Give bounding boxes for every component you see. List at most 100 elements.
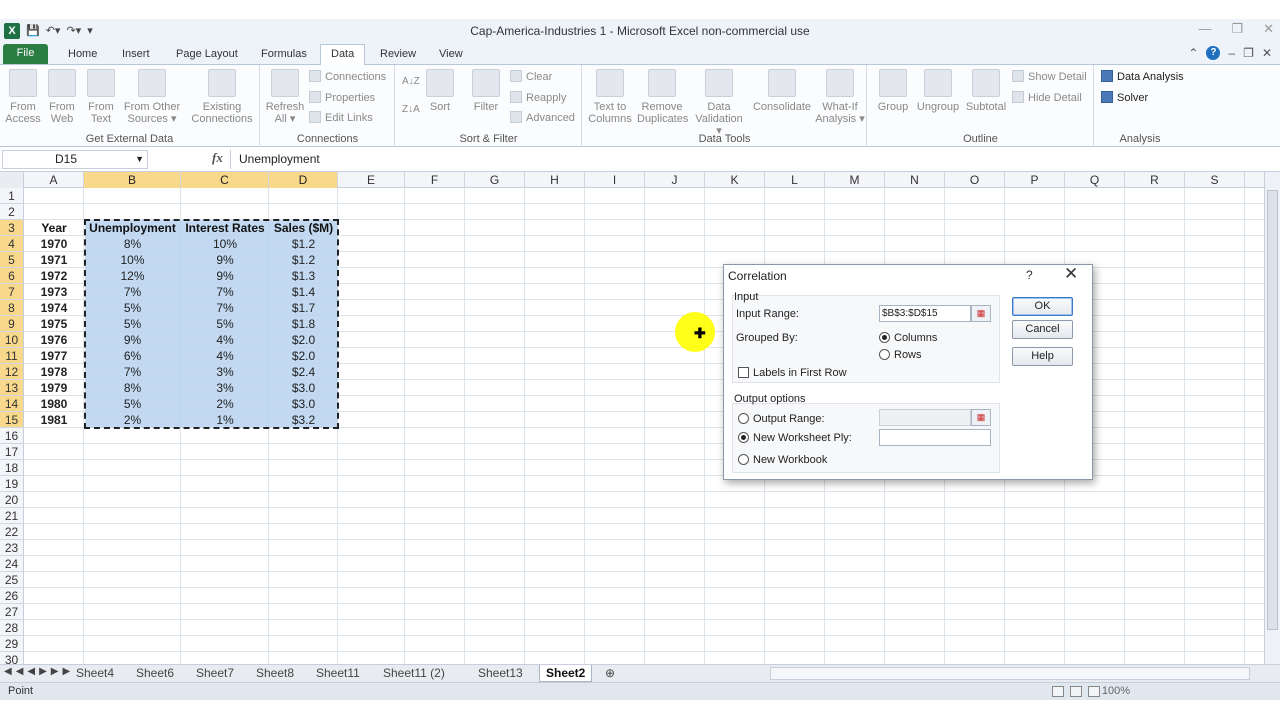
- row-header-22[interactable]: 22: [0, 524, 24, 540]
- tab-page-layout[interactable]: Page Layout: [166, 45, 248, 65]
- row-header-11[interactable]: 11: [0, 348, 24, 364]
- tab-formulas[interactable]: Formulas: [251, 45, 317, 65]
- dialog-close-icon[interactable]: ✕: [1064, 264, 1078, 284]
- row-header-13[interactable]: 13: [0, 380, 24, 396]
- sheet-tab-sheet2[interactable]: Sheet2: [539, 665, 593, 682]
- row-header-20[interactable]: 20: [0, 492, 24, 508]
- filter-button[interactable]: Filter: [468, 69, 504, 113]
- row-header-18[interactable]: 18: [0, 460, 24, 476]
- doc-restore-icon[interactable]: ❐: [1243, 46, 1254, 60]
- column-header-p[interactable]: P: [1005, 172, 1065, 188]
- row-header-28[interactable]: 28: [0, 620, 24, 636]
- new-worksheet-field[interactable]: [879, 429, 991, 446]
- column-header-s[interactable]: S: [1185, 172, 1245, 188]
- sheet-tab-sheet7[interactable]: Sheet7: [190, 665, 240, 682]
- tab-file[interactable]: File: [3, 44, 48, 64]
- column-header-h[interactable]: H: [525, 172, 585, 188]
- insert-sheet-icon[interactable]: ⊕: [599, 665, 621, 682]
- output-collapse-icon[interactable]: ▦: [971, 409, 991, 426]
- minimize-ribbon-icon[interactable]: ⌃: [1188, 46, 1198, 60]
- hide-detail-button[interactable]: Hide Detail: [1012, 91, 1082, 105]
- input-range-field[interactable]: $B$3:$D$15: [879, 305, 971, 322]
- column-header-n[interactable]: N: [885, 172, 945, 188]
- row-header-5[interactable]: 5: [0, 252, 24, 268]
- row-header-1[interactable]: 1: [0, 188, 24, 204]
- help-icon[interactable]: ?: [1206, 46, 1221, 60]
- formula-input[interactable]: Unemployment: [230, 150, 1266, 169]
- tab-view[interactable]: View: [429, 45, 473, 65]
- row-header-16[interactable]: 16: [0, 428, 24, 444]
- doc-close-icon[interactable]: ✕: [1262, 46, 1272, 60]
- sort-az-button[interactable]: A↓Z: [402, 75, 420, 89]
- column-header-q[interactable]: Q: [1065, 172, 1125, 188]
- column-header-i[interactable]: I: [585, 172, 645, 188]
- row-header-3[interactable]: 3: [0, 220, 24, 236]
- what-if-analysis-button[interactable]: What-If Analysis ▾: [815, 69, 865, 125]
- row-header-6[interactable]: 6: [0, 268, 24, 284]
- row-header-24[interactable]: 24: [0, 556, 24, 572]
- row-header-10[interactable]: 10: [0, 332, 24, 348]
- row-header-23[interactable]: 23: [0, 540, 24, 556]
- tab-insert[interactable]: Insert: [112, 45, 160, 65]
- row-header-7[interactable]: 7: [0, 284, 24, 300]
- new-worksheet-radio[interactable]: [738, 432, 749, 443]
- row-header-2[interactable]: 2: [0, 204, 24, 220]
- table-cell[interactable]: 1974: [24, 300, 84, 316]
- column-header-g[interactable]: G: [465, 172, 525, 188]
- name-box[interactable]: D15 ▼: [2, 150, 148, 169]
- sort-za-button[interactable]: Z↓A: [402, 103, 420, 117]
- row-header-9[interactable]: 9: [0, 316, 24, 332]
- new-workbook-radio[interactable]: [738, 454, 749, 465]
- column-header-f[interactable]: F: [405, 172, 465, 188]
- tab-data[interactable]: Data: [320, 44, 366, 66]
- sheet-nav-arrows[interactable]: ◀◀◀▶▶▶: [4, 666, 74, 677]
- sheet-tab-sheet11[interactable]: Sheet11: [310, 665, 366, 682]
- labels-first-row-checkbox[interactable]: [738, 367, 749, 378]
- page-layout-view-icon[interactable]: [1070, 686, 1082, 697]
- collapse-dialog-icon[interactable]: ▦: [971, 305, 991, 322]
- from-access-button[interactable]: From Access: [4, 69, 42, 125]
- column-header-b[interactable]: B: [84, 172, 181, 188]
- column-header-o[interactable]: O: [945, 172, 1005, 188]
- row-header-14[interactable]: 14: [0, 396, 24, 412]
- chevron-down-icon[interactable]: ▼: [135, 151, 144, 168]
- dialog-help-icon[interactable]: ?: [1026, 268, 1033, 282]
- vertical-scrollbar[interactable]: [1264, 172, 1280, 664]
- tab-home[interactable]: Home: [58, 45, 107, 65]
- from-web-button[interactable]: From Web: [44, 69, 80, 125]
- zoom-level[interactable]: 100%: [1102, 685, 1130, 697]
- insert-function-icon[interactable]: fx: [212, 150, 223, 166]
- remove-duplicates-button[interactable]: Remove Duplicates: [637, 69, 688, 125]
- table-header-cell[interactable]: Year: [24, 220, 84, 236]
- properties-button[interactable]: Properties: [309, 91, 375, 105]
- scroll-thumb[interactable]: [1267, 190, 1278, 630]
- table-cell[interactable]: 1976: [24, 332, 84, 348]
- ungroup-button[interactable]: Ungroup: [914, 69, 962, 113]
- row-header-12[interactable]: 12: [0, 364, 24, 380]
- select-all-corner[interactable]: [0, 172, 24, 188]
- row-header-8[interactable]: 8: [0, 300, 24, 316]
- output-range-field[interactable]: [879, 409, 971, 426]
- column-header-j[interactable]: J: [645, 172, 705, 188]
- row-header-27[interactable]: 27: [0, 604, 24, 620]
- table-cell[interactable]: 1972: [24, 268, 84, 284]
- solver-button[interactable]: Solver: [1101, 91, 1148, 105]
- row-header-4[interactable]: 4: [0, 236, 24, 252]
- group-button[interactable]: Group: [874, 69, 912, 113]
- subtotal-button[interactable]: Subtotal: [964, 69, 1008, 113]
- from-text-button[interactable]: From Text: [82, 69, 120, 125]
- columns-radio[interactable]: [879, 332, 890, 343]
- data-validation-button[interactable]: Data Validation ▾: [691, 69, 747, 137]
- table-cell[interactable]: 1977: [24, 348, 84, 364]
- column-header-m[interactable]: M: [825, 172, 885, 188]
- row-header-25[interactable]: 25: [0, 572, 24, 588]
- help-button[interactable]: Help: [1012, 347, 1073, 366]
- ok-button[interactable]: OK: [1012, 297, 1073, 316]
- column-header-l[interactable]: L: [765, 172, 825, 188]
- table-cell[interactable]: 1978: [24, 364, 84, 380]
- restore-icon[interactable]: ❐: [1231, 21, 1243, 37]
- rows-radio[interactable]: [879, 349, 890, 360]
- consolidate-button[interactable]: Consolidate: [751, 69, 813, 113]
- table-cell[interactable]: 1980: [24, 396, 84, 412]
- row-header-29[interactable]: 29: [0, 636, 24, 652]
